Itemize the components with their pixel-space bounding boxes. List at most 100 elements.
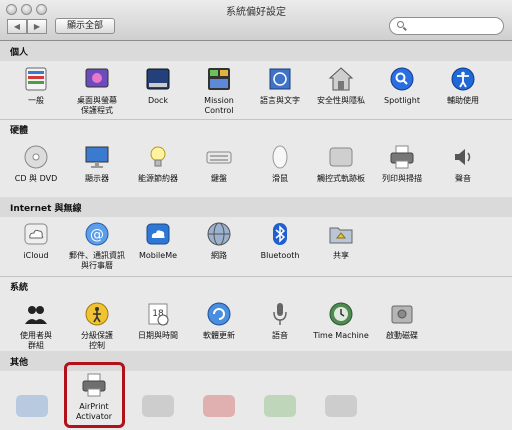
search-field[interactable] [389,17,504,35]
pref-desktop[interactable]: 桌面與螢幕 保護程式 [67,65,127,116]
pref-label: CD 與 DVD [14,174,58,183]
section-title: 其他 [10,358,29,368]
pref-label: 聲音 [455,174,471,183]
pref-parental-controls[interactable]: 分級保護 控制 [67,300,127,351]
mouse-icon [272,145,288,169]
blurred-pref-icon [142,395,174,417]
section-band [0,41,512,61]
pref-label: 觸控式軌跡板 [317,174,365,183]
pref-trackpad[interactable]: 觸控式軌跡板 [311,143,371,184]
pref-startup-disk[interactable]: 啟動磁碟 [372,300,432,341]
pref-sharing[interactable]: 共享 [311,220,371,261]
pref-label: 輔助使用 [447,96,479,105]
sound-icon [455,149,471,165]
forward-button[interactable]: ▶ [27,19,47,34]
blurred-pref-icon [325,395,357,417]
cd-dvd-icon [24,145,48,169]
display-icon [85,146,109,168]
pref-label: 分級保護 控制 [81,331,113,350]
pref-label: 使用者與 群組 [20,331,52,350]
parental-controls-icon [85,302,109,326]
pref-label: 語音 [272,331,288,340]
pref-security[interactable]: 安全性與隱私 [311,65,371,106]
title-bar: 系統偏好設定 ◀ ▶ 顯示全部 [0,0,512,41]
icloud-icon [24,223,48,245]
blurred-pref-icon [16,395,48,417]
pref-label: Dock [147,96,169,105]
pref-label: Bluetooth [260,251,300,260]
pref-icloud[interactable]: iCloud [6,220,66,261]
accessibility-icon [451,67,475,91]
section-internet-wireless: Internet 與無線 iCloud @ 郵件、通訊資訊 與行事曆 Mobil… [0,197,512,275]
pref-mission-control[interactable]: Mission Control [189,65,249,116]
pref-label: 能源節約器 [138,174,178,183]
section-divider [0,119,512,120]
section-divider [0,276,512,277]
pref-label: Time Machine [313,331,369,340]
pref-language[interactable]: 語言與文字 [250,65,310,106]
svg-text:@: @ [90,227,104,243]
pref-spotlight[interactable]: Spotlight [372,65,432,106]
dock-icon [146,68,170,90]
pref-accessibility[interactable]: 輔助使用 [433,65,493,106]
search-icon [397,21,404,28]
pref-speech[interactable]: 語音 [250,300,310,341]
pref-sound[interactable]: 聲音 [433,143,493,184]
pref-cd-dvd[interactable]: CD 與 DVD [6,143,66,184]
pref-label: Mission Control [204,96,234,115]
date-time-icon: 18 [148,303,169,326]
printer-icon [390,145,414,169]
pref-mobileme[interactable]: MobileMe [128,220,188,261]
mission-control-icon [208,68,230,90]
pref-bluetooth[interactable]: Bluetooth [250,220,310,261]
section-title: 硬體 [10,126,29,136]
pref-label: 一般 [28,96,44,105]
pref-label: 網路 [211,251,227,260]
pref-label: Spotlight [384,96,420,105]
mail-contacts-icon: @ [85,222,109,246]
back-button[interactable]: ◀ [7,19,27,34]
trackpad-icon [329,147,353,167]
pref-print-scan[interactable]: 列印與掃描 [372,143,432,184]
sharing-icon [329,227,353,244]
pref-mouse[interactable]: 滑鼠 [250,143,310,184]
section-title: 個人 [10,48,29,58]
pref-label: 軟體更新 [203,331,235,340]
pref-label: 共享 [333,251,349,260]
mobileme-icon [146,223,170,245]
pref-users-groups[interactable]: 使用者與 群組 [6,300,66,351]
pref-network[interactable]: 網路 [189,220,249,261]
pref-label: 桌面與螢幕 保護程式 [77,96,117,115]
pref-label: 語言與文字 [260,96,300,105]
pref-general[interactable]: 一般 [6,65,66,106]
show-all-button[interactable]: 顯示全部 [55,18,115,34]
general-icon [25,67,47,91]
pref-time-machine[interactable]: Time Machine [311,300,371,341]
section-hardware: 硬體 CD 與 DVD 顯示器 能源節約器 鍵盤 滑鼠 觸控式軌跡板 列印與掃描… [0,119,512,197]
bluetooth-icon [273,223,287,245]
pref-label: 列印與掃描 [382,174,422,183]
spotlight-icon [390,67,414,91]
pref-display[interactable]: 顯示器 [67,143,127,184]
startup-disk-icon [391,305,413,324]
pref-label: 啟動磁碟 [386,331,418,340]
pref-date-time[interactable]: 18 日期與時間 [128,300,188,341]
window-title: 系統偏好設定 [226,7,286,18]
pref-label: 安全性與隱私 [317,96,365,105]
blurred-pref-icon [264,395,296,417]
section-title: 系統 [10,283,29,293]
pref-mail-contacts[interactable]: @ 郵件、通訊資訊 與行事曆 [67,220,127,271]
blurred-pref-icon [203,395,235,417]
pref-label: 鍵盤 [211,174,227,183]
pref-dock[interactable]: Dock [128,65,188,106]
time-machine-icon [329,302,353,326]
pref-label: iCloud [23,251,49,260]
section-title: Internet 與無線 [10,204,82,214]
highlight-box [64,362,125,428]
pref-software-update[interactable]: 軟體更新 [189,300,249,341]
pref-energy-saver[interactable]: 能源節約器 [128,143,188,184]
pref-label: 郵件、通訊資訊 與行事曆 [69,251,125,270]
pref-keyboard[interactable]: 鍵盤 [189,143,249,184]
pref-label: 滑鼠 [272,174,288,183]
pref-label: 日期與時間 [138,331,178,340]
